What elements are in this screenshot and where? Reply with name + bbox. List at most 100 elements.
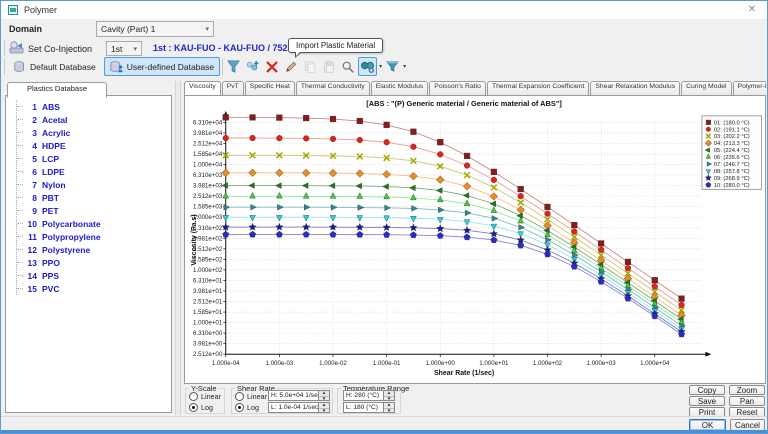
temperature-low-spinner[interactable]: L: 180 (°C) ▲▼ — [343, 402, 395, 413]
chevron-down-icon: ▾ — [133, 45, 137, 53]
tooltip-tail — [296, 51, 301, 56]
chart-grid — [226, 122, 701, 354]
svg-text:06: (235.6 °C): 06: (235.6 °C) — [714, 155, 750, 161]
svg-text:05: (224.4 °C): 05: (224.4 °C) — [714, 148, 750, 154]
svg-text:3.981e+03: 3.981e+03 — [193, 183, 223, 190]
plastics-item-acrylic[interactable]: 3Acrylic — [17, 126, 171, 139]
chart-axes: 6.310e+043.981e+042.512e+041.585e+041.00… — [191, 99, 711, 377]
plastics-item-polystyrene[interactable]: 12Polystyrene — [17, 243, 171, 256]
save-button[interactable]: Save — [689, 396, 725, 406]
spinner-arrows-icon[interactable]: ▲▼ — [383, 391, 394, 400]
tab-thermal-expansion-coefficient[interactable]: Thermal Expansion Coefficient — [487, 81, 589, 95]
edit-pencil-icon[interactable] — [282, 58, 299, 75]
tab-curing-model[interactable]: Curing Model — [681, 81, 731, 95]
y-scale-linear-radio[interactable]: Linear — [189, 392, 221, 401]
tab-pvt[interactable]: PvT — [222, 81, 244, 95]
domain-value: Cavity (Part) 1 — [101, 24, 155, 34]
search-icon[interactable] — [339, 58, 356, 75]
svg-text:1.000e+02: 1.000e+02 — [533, 360, 563, 367]
user-defined-database-label: User-defined Database — [127, 62, 214, 72]
tab-thermal-conductivity[interactable]: Thermal Conductivity — [296, 81, 370, 95]
y-scale-log-radio[interactable]: Log — [189, 403, 213, 412]
plastics-item-pet[interactable]: 9PET — [17, 204, 171, 217]
co-injection-info: 1st : KAU-FUO - KAU-FUO / 7523 — [153, 43, 293, 53]
tooltip-text: Import Plastic Material — [296, 41, 375, 50]
import-dropdown-caret-icon[interactable]: ▾ — [379, 63, 382, 70]
default-database-button[interactable]: Default Database — [7, 57, 102, 76]
plastics-item-nylon[interactable]: 7Nylon — [17, 178, 171, 191]
svg-text:3.981e+01: 3.981e+01 — [193, 288, 223, 295]
tab-shear-relaxation-modulus[interactable]: Shear Relaxation Modulus — [590, 81, 680, 95]
y-scale-group: Y-Scale Linear Log — [185, 388, 225, 414]
tab-plastics-database[interactable]: Plastics Database — [7, 82, 107, 98]
spinner-arrows-icon[interactable]: ▲▼ — [383, 403, 394, 412]
plastics-item-polycarbonate[interactable]: 10Polycarbonate — [17, 217, 171, 230]
tab-polymer-material-parameters[interactable]: Polymer-Material Parameters — [733, 81, 766, 95]
panel-splitter[interactable] — [175, 81, 181, 415]
plastics-item-pvc[interactable]: 15PVC — [17, 282, 171, 295]
temperature-high-spinner[interactable]: H: 280 (°C) ▲▼ — [343, 390, 395, 401]
spinner-arrows-icon[interactable]: ▲▼ — [318, 403, 329, 412]
svg-text:Shear Rate (1/sec): Shear Rate (1/sec) — [434, 370, 494, 377]
svg-text:01: (180.0 °C): 01: (180.0 °C) — [714, 120, 750, 126]
svg-text:6.310e+04: 6.310e+04 — [193, 119, 223, 126]
pan-button[interactable]: Pan — [729, 396, 765, 406]
svg-text:2.512e+03: 2.512e+03 — [193, 193, 223, 200]
close-icon[interactable]: ✕ — [746, 4, 758, 16]
plastics-item-ppo[interactable]: 13PPO — [17, 256, 171, 269]
radio-icon — [235, 392, 244, 401]
plastics-item-hdpe[interactable]: 4HDPE — [17, 139, 171, 152]
svg-text:02: (191.1 °C): 02: (191.1 °C) — [714, 127, 750, 133]
series-04 — [222, 169, 686, 319]
filter-view-icon[interactable] — [384, 58, 401, 75]
temperature-high-value: H: 280 (°C) — [344, 391, 383, 400]
copy-button[interactable]: Copy — [689, 385, 725, 395]
domain-select[interactable]: Cavity (Part) 1 ▾ — [96, 21, 214, 37]
app-icon — [8, 5, 18, 15]
polymer-dialog: Polymer ✕ Domain Cavity (Part) 1 ▾ Set C… — [0, 0, 768, 434]
svg-text:1.000e+00: 1.000e+00 — [426, 360, 456, 367]
shear-rate-low-spinner[interactable]: L: 1.0e-04 1/sec ▲▼ — [268, 402, 330, 413]
radio-icon — [235, 403, 244, 412]
tab-viscosity[interactable]: Viscosity — [184, 81, 221, 95]
plastics-item-lcp[interactable]: 5LCP — [17, 152, 171, 165]
tab-specific-heat[interactable]: Specific Heat — [245, 81, 295, 95]
svg-text:2.512e+04: 2.512e+04 — [193, 140, 223, 147]
spinner-arrows-icon[interactable]: ▲▼ — [318, 391, 329, 400]
svg-text:1.000e-02: 1.000e-02 — [319, 360, 347, 367]
plastics-item-acetal[interactable]: 2Acetal — [17, 113, 171, 126]
svg-text:1.585e+03: 1.585e+03 — [193, 204, 223, 211]
viscosity-chart: 6.310e+043.981e+042.512e+041.585e+041.00… — [185, 96, 765, 383]
shear-rate-log-radio[interactable]: Log — [235, 403, 259, 412]
tab-poisson-s-ratio[interactable]: Poisson's Ratio — [429, 81, 486, 95]
radio-label: Linear — [247, 392, 267, 401]
delete-icon[interactable] — [263, 58, 280, 75]
chart-legend: 01: (180.0 °C)02: (191.1 °C)03: (202.2 °… — [702, 116, 762, 189]
tab-elastic-modulus[interactable]: Elastic Modulus — [371, 81, 429, 95]
svg-text:6.310e+00: 6.310e+00 — [193, 330, 223, 337]
series-06 — [223, 192, 685, 324]
add-material-icon[interactable] — [244, 58, 261, 75]
filter-dropdown-caret-icon[interactable]: ▾ — [403, 63, 406, 70]
window-title: Polymer — [24, 5, 57, 15]
co-injection-value: 1st — [111, 44, 122, 54]
filter-database-icon[interactable] — [225, 58, 242, 75]
import-plastic-material-icon[interactable] — [358, 57, 377, 76]
shear-rate-linear-radio[interactable]: Linear — [235, 392, 267, 401]
user-defined-database-button[interactable]: User-defined Database — [104, 57, 220, 76]
shear-rate-low-value: L: 1.0e-04 1/sec — [269, 403, 318, 412]
zoom-button[interactable]: Zoom — [729, 385, 765, 395]
plastics-item-pbt[interactable]: 8PBT — [17, 191, 171, 204]
shear-rate-high-spinner[interactable]: H: 5.0e+04 1/sec ▲▼ — [268, 390, 330, 401]
toolbar-grip — [4, 59, 5, 75]
titlebar: Polymer ✕ — [1, 1, 767, 19]
plastics-item-polypropylene[interactable]: 11Polypropylene — [17, 230, 171, 243]
radio-icon — [189, 403, 198, 412]
radio-icon — [189, 392, 198, 401]
svg-text:08: (257.8 °C): 08: (257.8 °C) — [714, 169, 750, 175]
plastics-item-abs[interactable]: 1ABS — [17, 100, 171, 113]
co-injection-select[interactable]: 1st ▾ — [106, 41, 142, 56]
plastics-item-ldpe[interactable]: 6LDPE — [17, 165, 171, 178]
plastics-item-pps[interactable]: 14PPS — [17, 269, 171, 282]
svg-text:1.000e+04: 1.000e+04 — [640, 360, 670, 367]
